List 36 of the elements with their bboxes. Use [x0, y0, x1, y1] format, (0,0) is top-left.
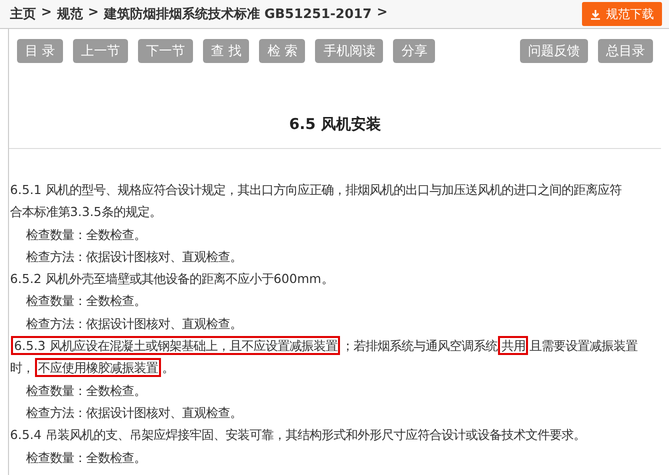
breadcrumb-link[interactable]: 建筑防烟排烟系统技术标准 GB51251-2017 [104, 5, 372, 23]
breadcrumb-separator: > [41, 5, 52, 22]
toolbar-button[interactable]: 手机阅读 [315, 39, 384, 63]
toolbar-button[interactable]: 总目录 [598, 39, 653, 63]
highlighted-text: 共用 [498, 336, 528, 356]
highlighted-text: 不应使用橡胶减振装置 [35, 358, 161, 378]
body-text: 时， [10, 360, 34, 376]
breadcrumb-separator: > [88, 5, 99, 22]
body-text: ；若排烟系统与通风空调系统 [341, 338, 498, 354]
download-icon [590, 8, 601, 20]
section-title: 6.5 风机安装 [288, 115, 382, 134]
body-text: 检查方法：依据设计图核对、直观检查。 [26, 248, 242, 264]
body-text: 检查方法：依据设计图核对、直观检查。 [26, 404, 242, 420]
body-text: 检查数量：全数检查。 [26, 450, 146, 465]
body-text: 6.5.1 风机的型号、规格应符合设计规定，其出口方向应正确，排烟风机的出口与加压送风机的进口之间的距离应符 [10, 182, 622, 197]
body-text: 且需要设置减振装置 [529, 338, 638, 354]
breadcrumb-link[interactable]: 规范 [56, 5, 83, 23]
toolbar-button[interactable]: 下一节 [138, 39, 194, 63]
breadcrumb-separator: > [376, 5, 388, 22]
body-text: 检查数量：全数检查。 [26, 293, 146, 308]
toolbar-button[interactable]: 分享 [393, 39, 436, 63]
body-text: 检查方法：依据设计图核对、直观检查。 [26, 316, 242, 331]
body-text: 合本标准第3.3.5条的规定。 [10, 204, 162, 220]
breadcrumb-link[interactable]: 主页 [10, 5, 36, 23]
highlighted-text: 6.5.3 风机应设在混凝土或钢架基础上，且不应设置减振装置 [11, 336, 340, 356]
body-text: 6.5.4 吊装风机的支、吊架应焊接牢固、安装可靠，其结构形式和外形尺寸应符合设计或设备技术文件要求。 [10, 427, 586, 442]
toolbar-button[interactable]: 上一节 [73, 39, 128, 63]
toolbar-button[interactable]: 查 找 [203, 39, 250, 63]
body-text: 。 [162, 360, 174, 376]
body-text: 检查数量：全数检查。 [26, 226, 146, 242]
toolbar-button[interactable]: 目 录 [17, 39, 64, 63]
download-button[interactable]: 规范下载 [582, 2, 662, 26]
toolbar-button[interactable]: 检 索 [259, 39, 306, 63]
body-text: 检查数量：全数检查。 [26, 382, 146, 398]
toolbar-button[interactable]: 问题反馈 [520, 39, 588, 63]
body-text: 6.5.2 风机外壳至墙壁或其他设备的距离不应小于600mm。 [10, 271, 334, 286]
